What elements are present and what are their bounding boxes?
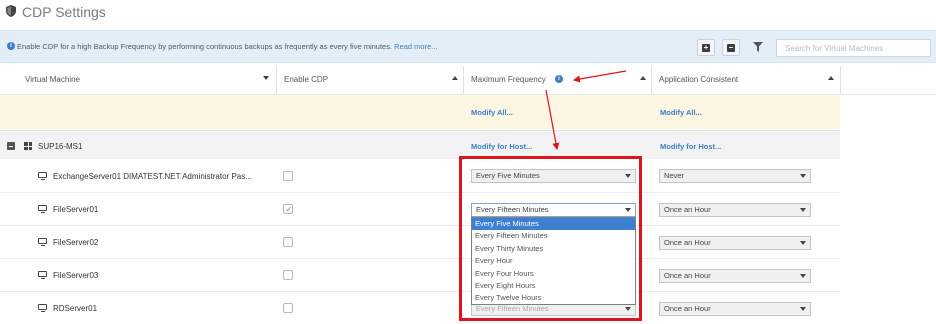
app-consistent-select[interactable]: Once an Hour: [659, 203, 811, 217]
vm-name: ExchangeServer01 DIMATEST.NET Administra…: [53, 172, 252, 181]
dropdown-option[interactable]: Every Five Minutes: [472, 218, 635, 231]
info-message: Enable CDP for a high Backup Frequency b…: [17, 42, 393, 51]
chevron-down-icon: [625, 208, 631, 212]
chevron-down-icon: [800, 307, 806, 311]
frequency-dropdown-list: Every Five Minutes Every Fifteen Minutes…: [471, 217, 636, 305]
select-value: Every Five Minutes: [476, 171, 540, 180]
info-text: Enable CDP for a high Backup Frequency b…: [17, 42, 438, 51]
info-bar: i Enable CDP for a high Backup Frequency…: [0, 30, 936, 63]
enable-cdp-checkbox[interactable]: [283, 303, 293, 313]
minus-icon: −: [727, 43, 735, 52]
frequency-select[interactable]: Every Five Minutes: [471, 169, 636, 183]
select-value: Every Fifteen Minutes: [476, 304, 549, 313]
column-label: Enable CDP: [284, 75, 329, 84]
windows-icon: [24, 142, 32, 150]
search-input[interactable]: [776, 39, 931, 57]
column-header-maximum-frequency[interactable]: Maximum Frequency i: [463, 68, 650, 92]
vm-name: FileServer03: [53, 271, 99, 280]
select-value: Once an Hour: [664, 238, 711, 247]
column-header-virtual-machine[interactable]: Virtual Machine: [17, 68, 275, 92]
dropdown-option[interactable]: Every Fifteen Minutes: [472, 230, 635, 242]
host-group-row: SUP16-MS1 Modify for Host... Modify for …: [0, 130, 840, 159]
sort-asc-icon: [452, 76, 458, 80]
checkmark-icon: ✓: [285, 205, 293, 214]
column-label: Application Consistent: [659, 75, 739, 84]
monitor-icon: [38, 271, 47, 279]
app-consistent-select[interactable]: Never: [659, 169, 811, 183]
select-value: Once an Hour: [664, 205, 711, 214]
table-row: FileServer03 Once an Hour: [0, 259, 840, 292]
enable-cdp-checkbox[interactable]: [283, 171, 293, 181]
table-row: ExchangeServer01 DIMATEST.NET Administra…: [0, 160, 840, 193]
plus-icon: +: [702, 43, 710, 52]
column-label: Virtual Machine: [25, 75, 80, 84]
chevron-down-icon: [625, 307, 631, 311]
dropdown-option[interactable]: Every Twelve Hours: [472, 292, 635, 304]
enable-cdp-checkbox[interactable]: ✓: [283, 204, 293, 214]
select-value: Once an Hour: [664, 271, 711, 280]
enable-cdp-checkbox[interactable]: [283, 270, 293, 280]
collapse-icon[interactable]: [7, 142, 15, 150]
chevron-down-icon: [800, 274, 806, 278]
chevron-down-icon: [800, 241, 806, 245]
modify-host-frequency-link[interactable]: Modify for Host...: [471, 142, 532, 151]
app-consistent-select[interactable]: Once an Hour: [659, 302, 811, 316]
modify-all-frequency-link[interactable]: Modify All...: [471, 108, 513, 117]
sort-asc-icon: [828, 76, 834, 80]
modify-all-row: Modify All... Modify All...: [0, 95, 840, 129]
column-header-application-consistent[interactable]: Application Consistent: [651, 68, 840, 92]
column-divider: [276, 66, 277, 94]
sort-desc-icon: [263, 76, 269, 80]
expand-all-button[interactable]: +: [697, 39, 715, 56]
select-value: Every Fifteen Minutes: [476, 205, 549, 214]
column-divider: [651, 66, 652, 94]
chevron-down-icon: [800, 208, 806, 212]
vm-name: FileServer02: [53, 238, 99, 247]
dropdown-option[interactable]: Every Four Hours: [472, 268, 635, 280]
filter-icon[interactable]: [753, 42, 763, 52]
frequency-select[interactable]: Every Fifteen Minutes: [471, 203, 636, 217]
host-name: SUP16-MS1: [38, 142, 83, 151]
monitor-icon: [38, 304, 47, 312]
modify-host-app-consistent-link[interactable]: Modify for Host...: [660, 142, 721, 151]
read-more-link[interactable]: Read more...: [394, 42, 437, 51]
enable-cdp-checkbox[interactable]: [283, 237, 293, 247]
column-divider: [463, 66, 464, 94]
chevron-down-icon: [625, 174, 631, 178]
dropdown-option[interactable]: Every Thirty Minutes: [472, 243, 635, 255]
title-bar: CDP Settings: [0, 0, 936, 26]
dropdown-option[interactable]: Every Hour: [472, 255, 635, 267]
table-row: RDServer01 Every Fifteen Minutes Once an…: [0, 292, 840, 324]
column-label: Maximum Frequency: [471, 75, 546, 84]
column-divider: [840, 66, 841, 94]
monitor-icon: [38, 238, 47, 246]
vm-name: RDServer01: [53, 304, 98, 313]
info-icon: i: [7, 42, 15, 50]
dropdown-option[interactable]: Every Eight Hours: [472, 280, 635, 292]
monitor-icon: [38, 205, 47, 213]
page-title: CDP Settings: [22, 4, 106, 20]
vm-name: FileServer01: [53, 205, 99, 214]
app-consistent-select[interactable]: Once an Hour: [659, 269, 811, 283]
table-row: FileServer01 ✓ Every Fifteen Minutes Onc…: [0, 193, 840, 226]
monitor-icon: [38, 172, 47, 180]
app-consistent-select[interactable]: Once an Hour: [659, 236, 811, 250]
table-row: FileServer02 Once an Hour: [0, 226, 840, 259]
chevron-down-icon: [800, 174, 806, 178]
info-icon[interactable]: i: [555, 75, 563, 83]
select-value: Once an Hour: [664, 304, 711, 313]
modify-all-app-consistent-link[interactable]: Modify All...: [660, 108, 702, 117]
sort-asc-icon: [640, 76, 646, 80]
shield-icon: [6, 5, 16, 17]
collapse-all-button[interactable]: −: [722, 39, 740, 56]
select-value: Never: [664, 171, 685, 180]
column-header-enable-cdp[interactable]: Enable CDP: [276, 68, 462, 92]
